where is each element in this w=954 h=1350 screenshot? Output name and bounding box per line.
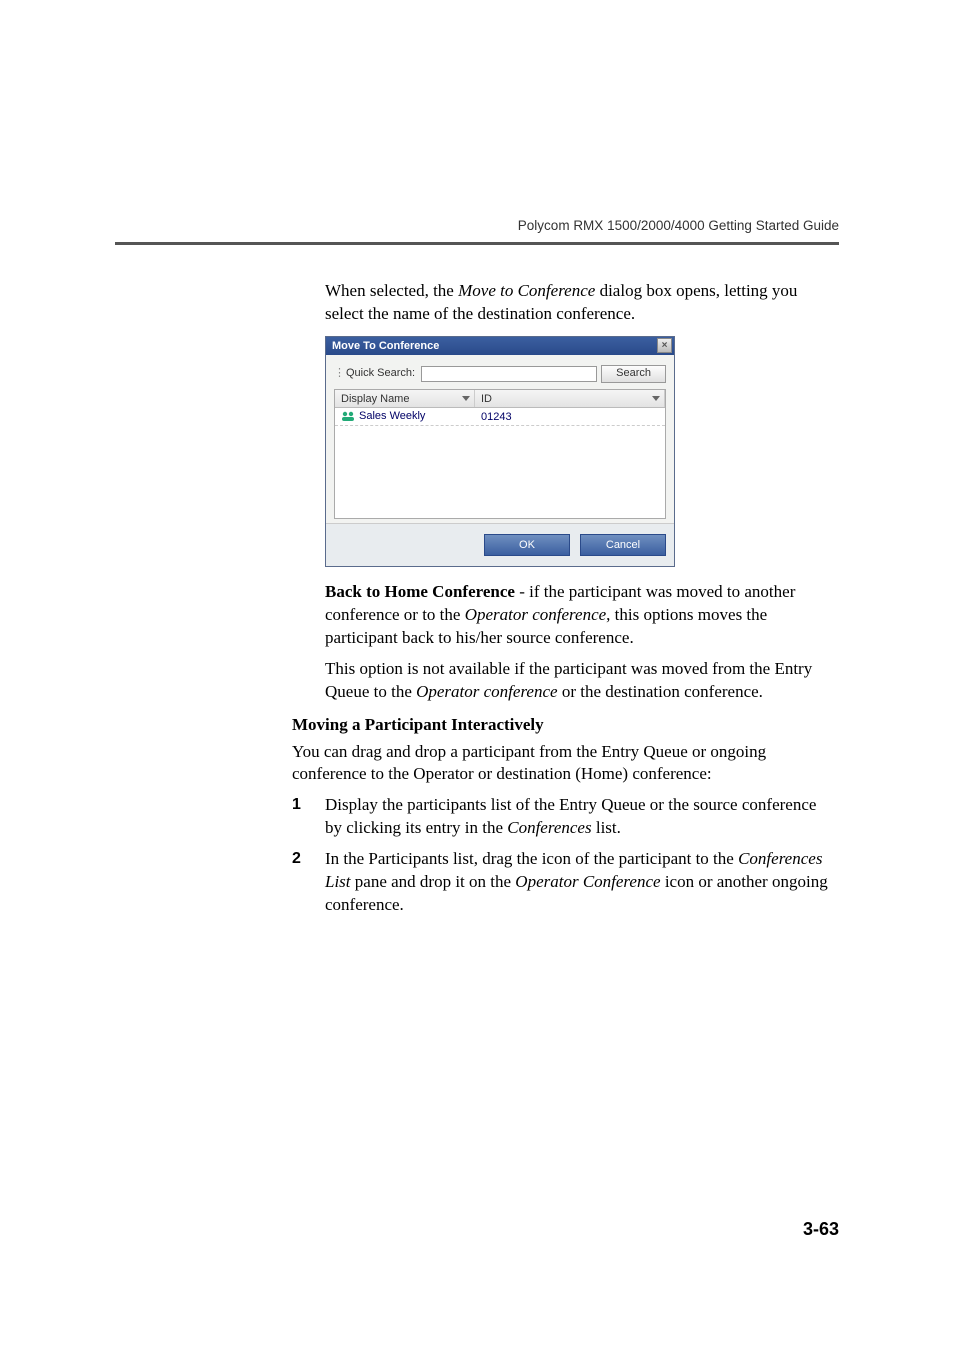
drag-handle-icon: ⋮ <box>334 366 340 381</box>
cell-id: 01243 <box>475 408 665 425</box>
cell-display-name: Sales Weekly <box>335 408 475 425</box>
step1-italic: Conferences <box>507 818 591 837</box>
note-italic: Operator conference <box>416 682 557 701</box>
running-head: Polycom RMX 1500/2000/4000 Getting Start… <box>518 218 839 233</box>
dialog-titlebar: Move To Conference × <box>326 337 674 355</box>
conference-icon <box>341 409 355 423</box>
dialog-body: ⋮ Quick Search: Search Display Name <box>326 355 674 523</box>
table-header: Display Name ID <box>335 390 665 408</box>
search-button[interactable]: Search <box>601 365 666 383</box>
cell-display-name-text: Sales Weekly <box>359 407 425 425</box>
back-home-paragraph: Back to Home Conference - if the partici… <box>325 581 837 650</box>
ordered-list: 1 Display the participants list of the E… <box>292 794 837 917</box>
subheading: Moving a Participant Interactively <box>292 714 837 737</box>
quick-search-input[interactable] <box>421 366 597 382</box>
quick-search-label: Quick Search: <box>344 366 417 381</box>
intro-italic: Move to Conference <box>458 281 595 300</box>
table-row[interactable]: Sales Weekly 01243 <box>335 408 665 426</box>
page-number: 3-63 <box>803 1219 839 1240</box>
step2-mid: pane and drop it on the <box>351 872 516 891</box>
cancel-button[interactable]: Cancel <box>580 534 666 556</box>
conference-table: Display Name ID <box>334 389 666 519</box>
step-text: Display the participants list of the Ent… <box>325 794 837 840</box>
search-row: ⋮ Quick Search: Search <box>334 365 666 383</box>
column-id-label: ID <box>481 393 492 405</box>
dialog-footer: OK Cancel <box>326 523 674 566</box>
step-number: 1 <box>292 794 325 840</box>
after-subheading-paragraph: You can drag and drop a participant from… <box>292 741 837 787</box>
header-rule <box>115 242 839 245</box>
intro-paragraph: When selected, the Move to Conference di… <box>325 280 837 326</box>
step1-after: list. <box>592 818 621 837</box>
page: Polycom RMX 1500/2000/4000 Getting Start… <box>0 0 954 1350</box>
step2-before: In the Participants list, drag the icon … <box>325 849 738 868</box>
ok-button[interactable]: OK <box>484 534 570 556</box>
close-icon[interactable]: × <box>657 338 672 353</box>
note-paragraph: This option is not available if the part… <box>325 658 837 704</box>
chevron-down-icon <box>652 396 660 401</box>
list-item: 1 Display the participants list of the E… <box>292 794 837 840</box>
column-display-name-label: Display Name <box>341 393 409 405</box>
step-number: 2 <box>292 848 325 917</box>
intro-text-before: When selected, the <box>325 281 458 300</box>
dialog-figure: Move To Conference × ⋮ Quick Search: Sea… <box>325 336 837 567</box>
move-to-conference-dialog: Move To Conference × ⋮ Quick Search: Sea… <box>325 336 675 567</box>
dialog-title-text: Move To Conference <box>332 340 439 352</box>
list-item: 2 In the Participants list, drag the ico… <box>292 848 837 917</box>
body-column: When selected, the Move to Conference di… <box>325 280 837 917</box>
column-id[interactable]: ID <box>475 390 665 407</box>
chevron-down-icon <box>462 396 470 401</box>
back-home-bold: Back to Home Conference <box>325 582 515 601</box>
step2-italic2: Operator Conference <box>515 872 660 891</box>
column-display-name[interactable]: Display Name <box>335 390 475 407</box>
note-after: or the destination conference. <box>558 682 763 701</box>
step-text: In the Participants list, drag the icon … <box>325 848 837 917</box>
back-home-italic: Operator conference <box>465 605 606 624</box>
